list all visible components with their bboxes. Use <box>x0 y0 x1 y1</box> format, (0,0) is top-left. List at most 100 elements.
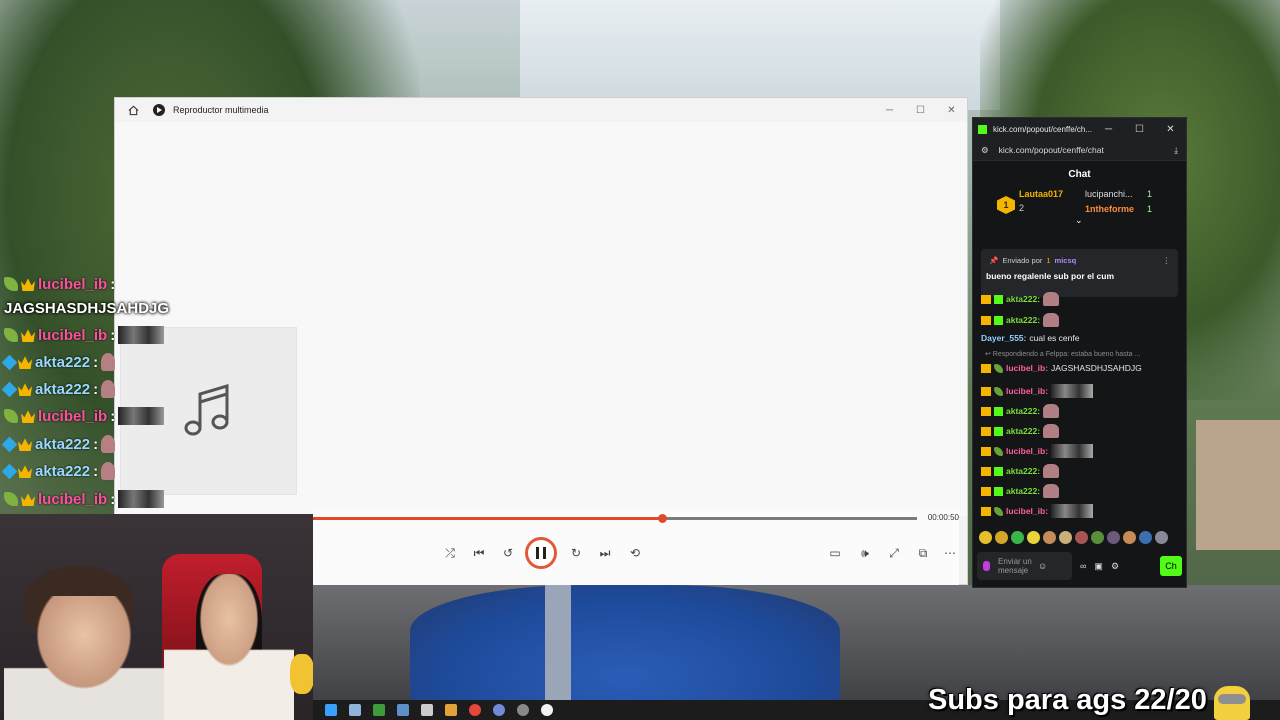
media-player-taskbar-icon[interactable] <box>541 704 553 716</box>
gift-icon[interactable]: ▣ <box>1094 561 1103 572</box>
taskbar-app-icon[interactable] <box>349 704 361 716</box>
chat-message[interactable]: lucibel_ib: <box>981 504 1094 518</box>
mic-icon[interactable] <box>983 561 990 571</box>
crown-badge-icon <box>21 493 35 506</box>
maximize-icon[interactable]: ☐ <box>1124 124 1155 135</box>
chat-username[interactable]: akta222: <box>1006 486 1040 496</box>
reply-preview[interactable]: ↩ Respondiendo a Felppa: estaba bueno ha… <box>985 350 1140 358</box>
pinned-message[interactable]: 📌 Enviado por 1 micsq ⋮ bueno regalenle … <box>981 249 1178 297</box>
pinned-by-label: Enviado por <box>1002 256 1043 265</box>
overlay-username: lucibel_ib <box>38 490 108 508</box>
emoji-icon[interactable]: ☺ <box>1038 561 1047 571</box>
chat-username[interactable]: akta222: <box>1006 426 1040 436</box>
more-options-icon[interactable]: ⋮ <box>1163 256 1171 265</box>
chat-username[interactable]: Dayer_555: <box>981 333 1026 343</box>
chat-message[interactable]: akta222: <box>981 484 1060 498</box>
chat-message[interactable]: lucibel_ib: JAGSHASDHJSAHDJG <box>981 363 1142 373</box>
chat-send-button[interactable]: Ch <box>1160 556 1182 576</box>
chat-input[interactable]: Enviar un mensaje ☺ <box>977 552 1072 580</box>
overlay-colon: : <box>110 407 116 425</box>
emote-icon[interactable] <box>1043 531 1056 544</box>
emote-icon[interactable] <box>1059 531 1072 544</box>
emote-icon[interactable] <box>1027 531 1040 544</box>
home-icon[interactable] <box>125 102 141 118</box>
subs-goal-text: Subs para ags 22/20 <box>928 684 1207 716</box>
minimize-icon[interactable]: ─ <box>1093 124 1124 135</box>
emote-icon[interactable] <box>1155 531 1168 544</box>
start-icon[interactable] <box>325 704 337 716</box>
chat-username[interactable]: akta222: <box>1006 406 1040 416</box>
forward-30-icon[interactable]: ↻ <box>567 544 585 562</box>
emote-icon[interactable] <box>1107 531 1120 544</box>
kick-chat-popout[interactable]: kick.com/popout/cenffe/ch... ─ ☐ ✕ ⚙ kic… <box>972 117 1187 588</box>
shuffle-icon[interactable]: ⤮ <box>441 544 459 562</box>
pinned-rank: 1 <box>1046 256 1051 265</box>
rewind-10-icon[interactable]: ↺ <box>499 544 517 562</box>
download-icon[interactable]: ⤓ <box>1174 145 1178 156</box>
pause-button[interactable] <box>525 537 557 569</box>
crown-badge-icon <box>21 329 35 342</box>
seek-bar-thumb[interactable] <box>657 514 667 523</box>
browser-titlebar[interactable]: kick.com/popout/cenffe/ch... ─ ☐ ✕ <box>973 118 1186 140</box>
chat-message[interactable]: akta222: <box>981 313 1060 327</box>
taskbar-app-icon[interactable] <box>373 704 385 716</box>
window-controls: ─ ☐ ✕ <box>874 105 967 116</box>
chat-message[interactable]: Dayer_555: cual es cenfe <box>981 333 1079 343</box>
chat-username[interactable]: lucibel_ib: <box>1006 386 1048 396</box>
minimize-icon[interactable]: ─ <box>874 105 905 116</box>
overlay-chat-line: lucibel_ib : <box>4 404 165 428</box>
seek-bar[interactable] <box>313 514 917 523</box>
media-player-window[interactable]: Reproductor multimedia ─ ☐ ✕ 00:00:50 ⤮ … <box>114 97 968 585</box>
chat-input-bar: Enviar un mensaje ☺ ∞ ▣ ⚙ Ch <box>977 551 1184 581</box>
chat-username[interactable]: akta222: <box>1006 294 1040 304</box>
collapse-chevron-icon[interactable]: ⌄ <box>1075 215 1083 226</box>
fullscreen-icon[interactable]: ⤢ <box>885 544 903 562</box>
volume-icon[interactable]: 🕪 <box>856 544 874 562</box>
taskbar-app-icon[interactable] <box>445 704 457 716</box>
chat-username[interactable]: akta222: <box>1006 315 1040 325</box>
overlay-chat-line: akta222 : <box>1 459 116 483</box>
emote-icon[interactable] <box>1011 531 1024 544</box>
pinned-message-text: bueno regalenle sub por el cum <box>986 271 1114 281</box>
discord-icon[interactable] <box>493 704 505 716</box>
chat-message[interactable]: akta222: <box>981 292 1060 306</box>
emote-icon[interactable] <box>1075 531 1088 544</box>
close-icon[interactable]: ✕ <box>1155 124 1186 135</box>
next-icon[interactable]: ⏭ <box>596 544 614 562</box>
emote-icon[interactable] <box>995 531 1008 544</box>
chat-message[interactable]: akta222: <box>981 464 1060 478</box>
player-titlebar[interactable]: Reproductor multimedia ─ ☐ ✕ <box>115 98 967 122</box>
taskbar-app-icon[interactable] <box>397 704 409 716</box>
taskbar-app-icon[interactable] <box>517 704 529 716</box>
emote-bar[interactable] <box>979 531 1179 547</box>
more-options-icon[interactable]: ⋯ <box>941 544 959 562</box>
chat-username[interactable]: lucibel_ib: <box>1006 446 1048 456</box>
settings-icon[interactable]: ⚙ <box>1111 561 1119 572</box>
maximize-icon[interactable]: ☐ <box>905 105 936 116</box>
subtitles-icon[interactable]: ▭ <box>826 544 844 562</box>
chat-message[interactable]: akta222: <box>981 404 1060 418</box>
chrome-icon[interactable] <box>469 704 481 716</box>
chat-message[interactable]: akta222: <box>981 424 1060 438</box>
previous-icon[interactable]: ⏮ <box>470 544 488 562</box>
emote-icon[interactable] <box>1123 531 1136 544</box>
emote-icon[interactable] <box>979 531 992 544</box>
chat-message-text: JAGSHASDHJSAHDJG <box>1051 363 1142 373</box>
address-bar[interactable]: ⚙ kick.com/popout/cenffe/chat ⤓ <box>973 140 1186 161</box>
chat-message[interactable]: lucibel_ib: <box>981 444 1094 458</box>
emote-picker-icon[interactable]: ∞ <box>1080 561 1086 572</box>
emote-icon[interactable] <box>1139 531 1152 544</box>
repeat-icon[interactable]: ⟲ <box>626 544 644 562</box>
chat-username[interactable]: lucibel_ib: <box>1006 363 1048 373</box>
emote-icon[interactable] <box>1091 531 1104 544</box>
chat-username[interactable]: akta222: <box>1006 466 1040 476</box>
taskbar-app-icon[interactable] <box>421 704 433 716</box>
chat-message[interactable]: lucibel_ib: <box>981 384 1094 398</box>
overlay-username: akta222 <box>35 380 91 398</box>
site-settings-icon[interactable]: ⚙ <box>981 145 989 156</box>
gift-badge-icon <box>994 315 1003 325</box>
chat-emote <box>1051 504 1094 518</box>
chat-username[interactable]: lucibel_ib: <box>1006 506 1048 516</box>
close-icon[interactable]: ✕ <box>936 105 967 116</box>
mini-player-icon[interactable]: ⧉ <box>914 544 932 562</box>
